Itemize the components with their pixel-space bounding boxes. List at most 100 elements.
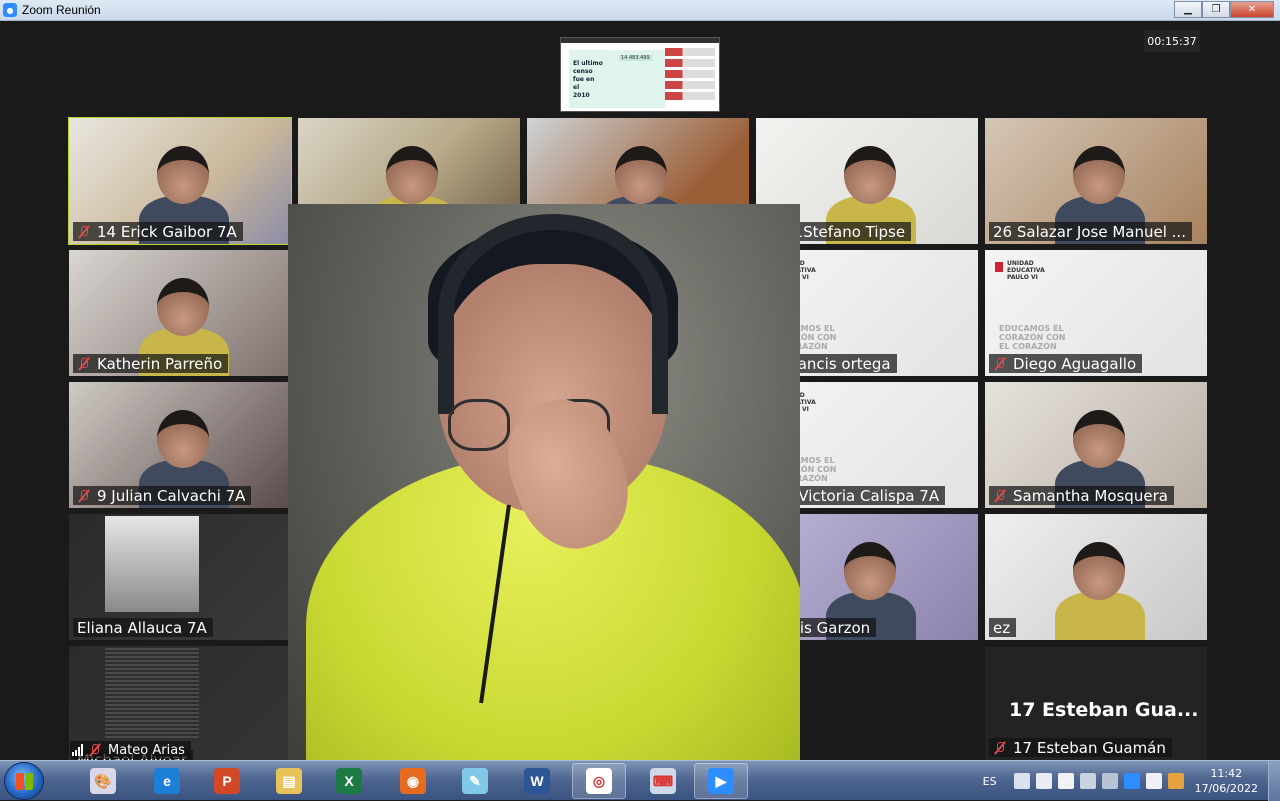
participant-tile[interactable]: ez (985, 514, 1207, 640)
participant-head (844, 542, 896, 600)
school-brand-line: PAULO VI (1007, 274, 1038, 281)
school-brand-line: EDUCATIVA (1007, 267, 1045, 274)
zoom-icon: ▶ (708, 768, 734, 794)
participant-tile[interactable]: 9 Julian Calvachi 7A (69, 382, 291, 508)
connection-signal-icon (72, 744, 83, 756)
participant-name: 9 Julian Calvachi 7A (97, 486, 246, 505)
window-controls: ▁ ❐ ✕ (1174, 1, 1274, 18)
clock-time: 11:42 (1210, 767, 1243, 780)
notes-icon: ✎ (462, 768, 488, 794)
participant-tile[interactable]: UNIDADEDUCATIVAPAULO VI EDUCAMOS EL CORAZ… (985, 250, 1207, 376)
participant-head (1073, 146, 1125, 204)
participant-nameplate: 17 Esteban Guamán (989, 738, 1172, 757)
participant-nameplate: Eliana Allauca 7A (73, 618, 213, 637)
self-video-nameplate: Mateo Arias (70, 741, 191, 759)
video-glasses-left (448, 399, 510, 451)
taskbar-app-paint[interactable]: 🎨 (76, 763, 130, 799)
device-icon[interactable] (1035, 773, 1052, 789)
participant-video-window (105, 648, 199, 738)
participant-name: ez (993, 618, 1011, 637)
participant-nameplate: Katherin Parreño (73, 354, 229, 373)
participant-nameplate: 14 Erick Gaibor 7A (73, 222, 243, 241)
mic-muted-icon (993, 357, 1007, 371)
powerpoint-icon: P (214, 768, 240, 794)
meeting-timer: 00:15:37 (1144, 30, 1200, 52)
minimize-button[interactable]: ▁ (1174, 1, 1202, 18)
video-suggestions (665, 48, 715, 108)
ms-icon[interactable] (1145, 773, 1162, 789)
participant-tile[interactable]: 14 Erick Gaibor 7A (68, 117, 292, 245)
school-slogan: EDUCAMOS EL CORAZÓN CON EL CORAZÓN (999, 324, 1066, 351)
language-indicator[interactable]: ES (983, 775, 997, 788)
participant-name: 7 Victoria Calispa 7A (784, 486, 940, 505)
school-brand: UNIDADEDUCATIVAPAULO VI (1007, 260, 1045, 281)
taskbar-app-excel[interactable]: X (322, 763, 376, 799)
windows-taskbar: 🎨 e P ▤ X ◉ ✎ W ◎ ⌨ ▶ ES 11:42 17/06/2022 (0, 760, 1280, 801)
slide-number: 14.483.499 (619, 55, 652, 61)
shared-slide: El ultimo censo fue en el 2010 14.483.49… (569, 50, 665, 108)
participant-tile-name-only[interactable]: 17 Esteban Gua... 17 Esteban Guamán (985, 647, 1207, 760)
slide-text: El ultimo censo fue en el 2010 (573, 60, 603, 99)
participant-name: 14 Erick Gaibor 7A (97, 222, 237, 241)
taskbar-app-powerpoint[interactable]: P (200, 763, 254, 799)
clock[interactable]: 11:42 17/06/2022 (1195, 766, 1258, 796)
window-titlebar: ● Zoom Reunión ▁ ❐ ✕ (0, 0, 1280, 21)
keyboard-icon: ⌨ (650, 768, 676, 794)
participant-name: Diego Aguagallo (1013, 354, 1137, 373)
browser-tabbar (561, 38, 719, 43)
participant-tile[interactable]: Katherin Parreño (69, 250, 291, 376)
taskbar-app-chrome[interactable]: ◎ (572, 763, 626, 799)
mic-muted-icon (77, 357, 91, 371)
screen-share-thumbnail[interactable]: El ultimo censo fue en el 2010 14.483.49… (560, 37, 720, 112)
participant-tile[interactable]: 26 Salazar Jose Manuel ... (985, 118, 1207, 244)
ie-icon: e (154, 768, 180, 794)
excel-icon: X (336, 768, 362, 794)
participant-nameplate: ez (989, 618, 1017, 637)
participant-head (1073, 542, 1125, 600)
self-name: Mateo Arias (108, 742, 185, 758)
show-desktop-button[interactable] (1268, 761, 1280, 801)
participant-big-name: 17 Esteban Gua... (1009, 699, 1199, 721)
participant-name: 17 Esteban Guamán (1013, 738, 1166, 757)
participant-head (157, 278, 209, 336)
school-logo-icon (995, 262, 1003, 272)
participant-head (386, 146, 438, 204)
participant-name: 31Stefano Tipse (784, 222, 906, 241)
mic-muted-icon (993, 489, 1007, 503)
taskbar-app-explorer[interactable]: ▤ (262, 763, 316, 799)
taskbar-app-word[interactable]: W (510, 763, 564, 799)
participant-nameplate: Samantha Mosquera (989, 486, 1174, 505)
word-icon: W (524, 768, 550, 794)
zoom-tray-icon[interactable] (1123, 773, 1140, 789)
pen-icon[interactable] (1101, 773, 1118, 789)
flag-icon[interactable] (1057, 773, 1074, 789)
floating-self-video[interactable] (288, 204, 800, 760)
taskbar-app-notes[interactable]: ✎ (448, 763, 502, 799)
participant-head (157, 410, 209, 468)
maximize-button[interactable]: ❐ (1202, 1, 1230, 18)
paint-icon: 🎨 (90, 768, 116, 794)
taskbar-app-firefox[interactable]: ◉ (386, 763, 440, 799)
mic-muted-icon (77, 489, 91, 503)
taskbar-app-keyboard[interactable]: ⌨ (636, 763, 690, 799)
participant-tile[interactable]: Eliana Allauca 7A (69, 514, 291, 640)
participant-head (615, 146, 667, 204)
taskbar-app-zoom[interactable]: ▶ (694, 763, 748, 799)
participant-name: Katherin Parreño (97, 354, 223, 373)
participant-video-window (105, 516, 199, 612)
start-button[interactable] (4, 762, 44, 800)
participant-name: 26 Salazar Jose Manuel ... (993, 222, 1186, 241)
network-icon[interactable] (1013, 773, 1030, 789)
clock-date: 17/06/2022 (1194, 782, 1258, 795)
taskbar-app-ie[interactable]: e (140, 763, 194, 799)
meeting-gallery: El ultimo censo fue en el 2010 14.483.49… (0, 22, 1280, 760)
participant-tile[interactable]: Samantha Mosquera (985, 382, 1207, 508)
close-button[interactable]: ✕ (1230, 1, 1274, 18)
school-brand-line: UNIDAD (1007, 260, 1034, 267)
mic-muted-icon (88, 743, 102, 757)
volume-icon[interactable] (1079, 773, 1096, 789)
participant-name: Eliana Allauca 7A (77, 618, 207, 637)
update-icon[interactable] (1167, 773, 1184, 789)
participant-nameplate: 9 Julian Calvachi 7A (73, 486, 252, 505)
system-tray: ES 11:42 17/06/2022 (983, 761, 1280, 801)
